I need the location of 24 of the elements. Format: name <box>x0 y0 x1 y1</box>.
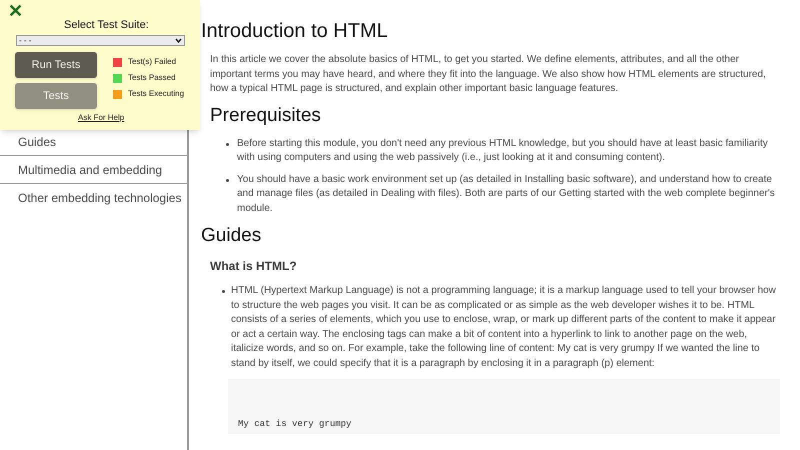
intro-paragraph: In this article we cover the absolute basics of HTML, to get you started. We define elements, attributes, and all the other important terms you may have heard, and where they fit into the language. We also show how HTML elements are structured, how a typical HTML page is structured, and explain other important basic language features. <box>210 53 767 96</box>
code-text: My cat is very grumpy <box>238 418 352 430</box>
legend-label: Tests Executing <box>128 88 184 100</box>
bullet-icon <box>226 142 229 146</box>
sidebar-link[interactable]: Other embedding technologies <box>18 188 182 206</box>
section-heading: Prerequisites <box>210 104 322 128</box>
legend-label: Tests Passed <box>128 72 176 84</box>
sidebar-link[interactable]: Multimedia and embedding <box>18 160 162 178</box>
page-title: Introduction to HTML <box>201 19 389 44</box>
section-heading: Guides <box>201 224 262 248</box>
list-item-text: Before starting this module, you don't need any previous HTML knowledge, but you should have at least basic familiarity with using computers and using the web passively (i.e., just looking at it and consuming content). <box>237 136 769 165</box>
sidebar-link[interactable]: Guides <box>18 132 56 150</box>
caret-icon <box>175 38 182 43</box>
close-icon[interactable]: ✕ <box>8 2 23 20</box>
panel-label: Select Test Suite: <box>64 18 149 33</box>
bullet-icon <box>226 178 229 182</box>
test-button[interactable]: Run Tests <box>15 52 97 78</box>
legend-label: Test(s) Failed <box>128 56 176 68</box>
help-link[interactable]: Ask For Help <box>78 112 124 124</box>
bullet-icon <box>222 290 225 293</box>
subsection-heading: What is HTML? <box>210 258 298 275</box>
suite-select[interactable]: - - - <box>16 35 185 46</box>
list-item-text: You should have a basic work environment set up (as detailed in Installing basic software), and understand how to create and manage files (as detailed in Dealing with files). Both are parts of our Getting started with the web complete beginner's module. <box>237 172 776 216</box>
list-item-text: HTML (Hypertext Markup Language) is not a programming language; it is a markup language used to tell your browser how to structure the web pages you visit. It can be as complicated or as simple as the web developer wishes it to be. HTML consists of a series of elements, which you use to enclose, wrap, or mark up different parts of the content to make it appear or act a certain way. The enclosing tags can make a bit of content into a hyperlink to link to another page on the web, italicize words, and so on. For example, take the following line of content: My cat is very grumpy If we wanted the line to stand by itself, we could specify that it is a paragraph by enclosing it in a paragraph (p) element: <box>231 284 777 370</box>
